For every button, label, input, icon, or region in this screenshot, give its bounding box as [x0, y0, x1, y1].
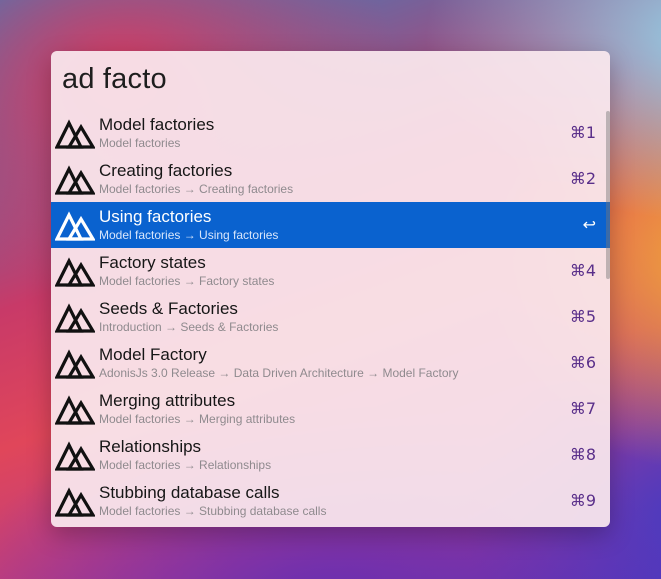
adonisjs-logo-icon [54, 348, 96, 380]
result-breadcrumb: Model factories [99, 136, 181, 150]
result-row[interactable]: Relationships Model factories → Relation… [51, 432, 610, 478]
result-breadcrumb: Model factories → Factory states [99, 274, 275, 288]
result-title: Model Factory [99, 345, 207, 364]
result-breadcrumb: Model factories → Creating factories [99, 182, 294, 196]
result-shortcut: ⌘2 [569, 169, 596, 188]
adonisjs-logo-icon [54, 210, 96, 242]
result-title: Seeds & Factories [99, 299, 238, 318]
result-shortcut: ⌘4 [569, 261, 596, 280]
result-title: Using factories [99, 207, 212, 226]
adonisjs-logo-icon [54, 440, 96, 472]
result-row[interactable]: Model Factory AdonisJs 3.0 Release → Dat… [51, 340, 610, 386]
scrollbar[interactable] [606, 111, 610, 279]
result-breadcrumb: Model factories → Stubbing database call… [99, 504, 327, 518]
result-row[interactable]: Seeds & Factories Introduction → Seeds &… [51, 294, 610, 340]
result-shortcut: ⌘5 [569, 307, 596, 326]
result-shortcut: ⌘9 [569, 491, 596, 510]
result-title: Merging attributes [99, 391, 236, 410]
return-key-icon: ↩ [582, 215, 596, 234]
result-row[interactable]: Model factories Model factories ⌘1 [51, 110, 610, 156]
adonisjs-logo-icon [54, 118, 96, 150]
result-shortcut: ⌘7 [569, 399, 596, 418]
result-row[interactable]: Creating factories Model factories → Cre… [51, 156, 610, 202]
result-title: Stubbing database calls [99, 483, 280, 502]
result-shortcut: ⌘1 [569, 123, 596, 142]
search-bar[interactable]: ad facto [51, 51, 610, 111]
adonisjs-logo-icon [54, 302, 96, 334]
result-title: Creating factories [99, 161, 233, 180]
result-breadcrumb: Model factories → Using factories [99, 228, 279, 242]
adonisjs-logo-icon [54, 164, 96, 196]
adonisjs-logo-icon [54, 394, 96, 426]
result-breadcrumb: Introduction → Seeds & Factories [99, 320, 279, 334]
result-shortcut: ⌘6 [569, 353, 596, 372]
results-list: Model factories Model factories ⌘1 Creat… [51, 110, 610, 524]
result-breadcrumb: Model factories → Merging attributes [99, 412, 296, 426]
result-row[interactable]: Merging attributes Model factories → Mer… [51, 386, 610, 432]
result-title: Factory states [99, 253, 206, 272]
result-row-selected[interactable]: Using factories Model factories → Using … [51, 202, 610, 248]
search-panel: ad facto Model factories Model factories… [51, 51, 610, 527]
result-breadcrumb: Model factories → Relationships [99, 458, 272, 472]
result-row[interactable]: Stubbing database calls Model factories … [51, 478, 610, 524]
adonisjs-logo-icon [54, 256, 96, 288]
result-title: Model factories [99, 115, 215, 134]
search-input[interactable]: ad facto [62, 63, 167, 96]
result-row[interactable]: Factory states Model factories → Factory… [51, 248, 610, 294]
result-title: Relationships [99, 437, 202, 456]
result-breadcrumb: AdonisJs 3.0 Release → Data Driven Archi… [99, 366, 459, 380]
adonisjs-logo-icon [54, 486, 96, 518]
result-shortcut: ⌘8 [569, 445, 596, 464]
